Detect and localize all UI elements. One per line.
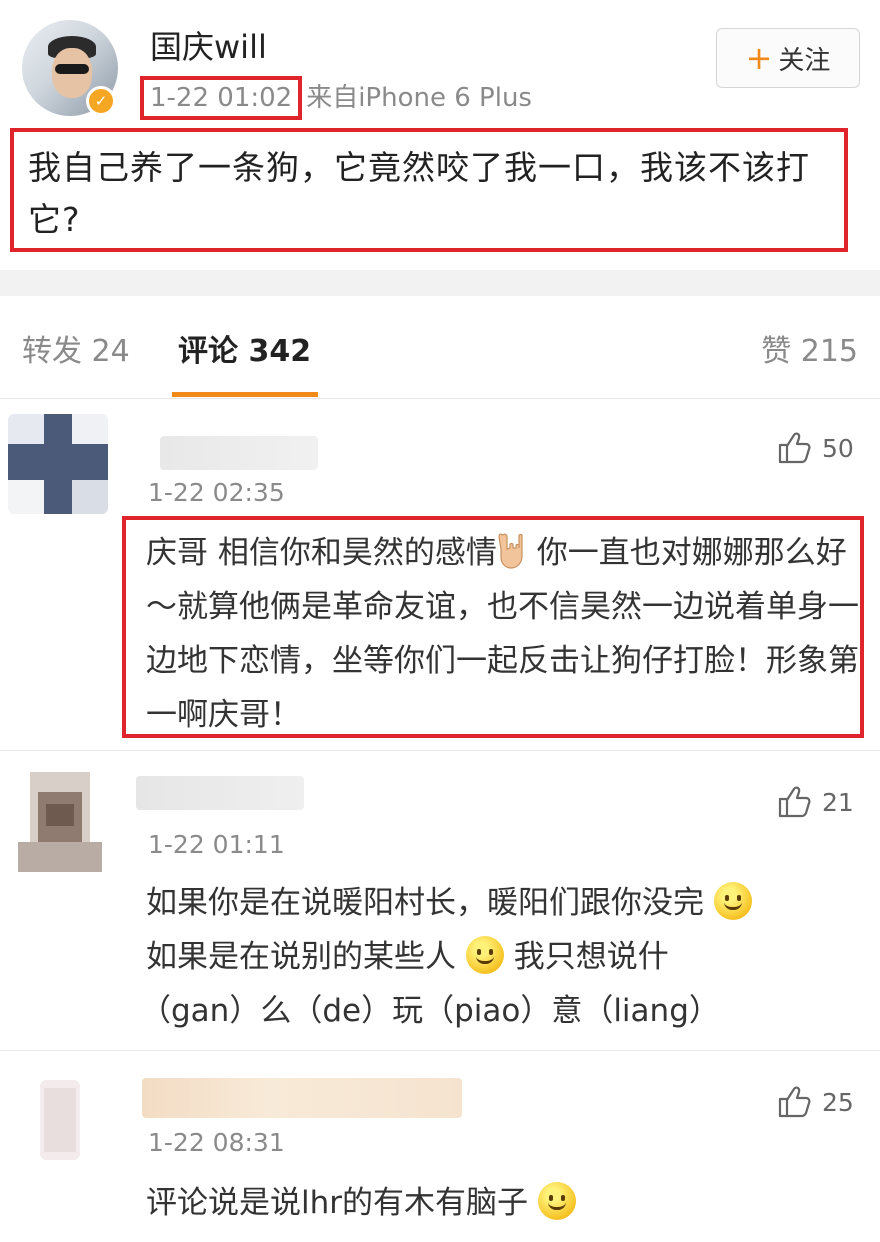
smile-emoji-icon [713,882,752,920]
rock-hand-icon [498,533,523,569]
thinking-emoji-icon [537,1182,576,1220]
comment-line: 如果是在说别的某些人 我只想说什 [146,930,866,984]
post-meta: 1-22 01:02 来自iPhone 6 Plus [140,76,532,120]
comment-line: 如果你是在说暖阳村长，暖阳们跟你没完 [146,876,866,930]
tab-comments[interactable]: 评论 342 [178,326,311,370]
follow-button[interactable]: + 关注 [716,28,860,88]
comment-avatar[interactable] [40,1080,80,1160]
like-count: 50 [822,433,854,463]
commenter-name-blurred[interactable] [136,776,304,810]
follow-label: 关注 [778,45,831,76]
tab-repost[interactable]: 转发 24 [22,326,130,370]
like-count: 25 [822,1087,854,1117]
comment-text: 如果你是在说暖阳村长，暖阳们跟你没完 如果是在说别的某些人 我只想说什 （gan… [140,876,866,1038]
post-time: 1-22 01:02 [140,76,303,120]
tab-likes[interactable]: 赞 215 [761,326,858,370]
post-content-highlight: 我自己养了一条狗，它竟然咬了我一口，我该不该打它? [10,128,848,252]
post-text: 我自己养了一条狗，它竟然咬了我一口，我该不该打它? [28,148,810,239]
username[interactable]: 国庆will [150,22,267,68]
comment-text: 庆哥 相信你和昊然的感情 你一直也对娜娜那么好～就算他俩是革命友谊，也不信昊然一… [146,526,866,742]
thumbs-up-icon [778,432,811,464]
comment-avatar[interactable] [8,414,108,514]
thumbs-up-icon [778,786,811,818]
commenter-name-blurred[interactable] [160,436,318,470]
commenter-name-blurred[interactable] [142,1078,462,1118]
comment-time: 1-22 08:31 [148,1128,285,1157]
comment-time: 1-22 01:11 [148,830,285,859]
comment-time: 1-22 02:35 [148,478,285,507]
active-tab-indicator [172,392,318,397]
smile-emoji-icon [465,936,504,974]
comment-divider [0,1050,880,1051]
comment-line: （gan）么（de）玩（piao）意（liang） [140,993,720,1029]
comment-text: 评论说是说lhr的有木有脑子 [146,1176,866,1230]
tabs-divider [0,398,880,399]
comment-like-button[interactable]: 50 [776,430,854,466]
comment-like-button[interactable]: 21 [776,784,854,820]
comment-like-button[interactable]: 25 [776,1084,854,1120]
section-divider [0,270,880,296]
post-source: 来自iPhone 6 Plus [306,83,532,113]
verified-badge-icon: ✓ [86,86,116,116]
plus-icon: + [745,39,773,77]
like-count: 21 [822,787,854,817]
comment-divider [0,750,880,751]
thumbs-up-icon [778,1086,811,1118]
comment-avatar[interactable] [10,772,110,872]
comment-highlight: 庆哥 相信你和昊然的感情 你一直也对娜娜那么好～就算他俩是革命友谊，也不信昊然一… [122,516,864,738]
